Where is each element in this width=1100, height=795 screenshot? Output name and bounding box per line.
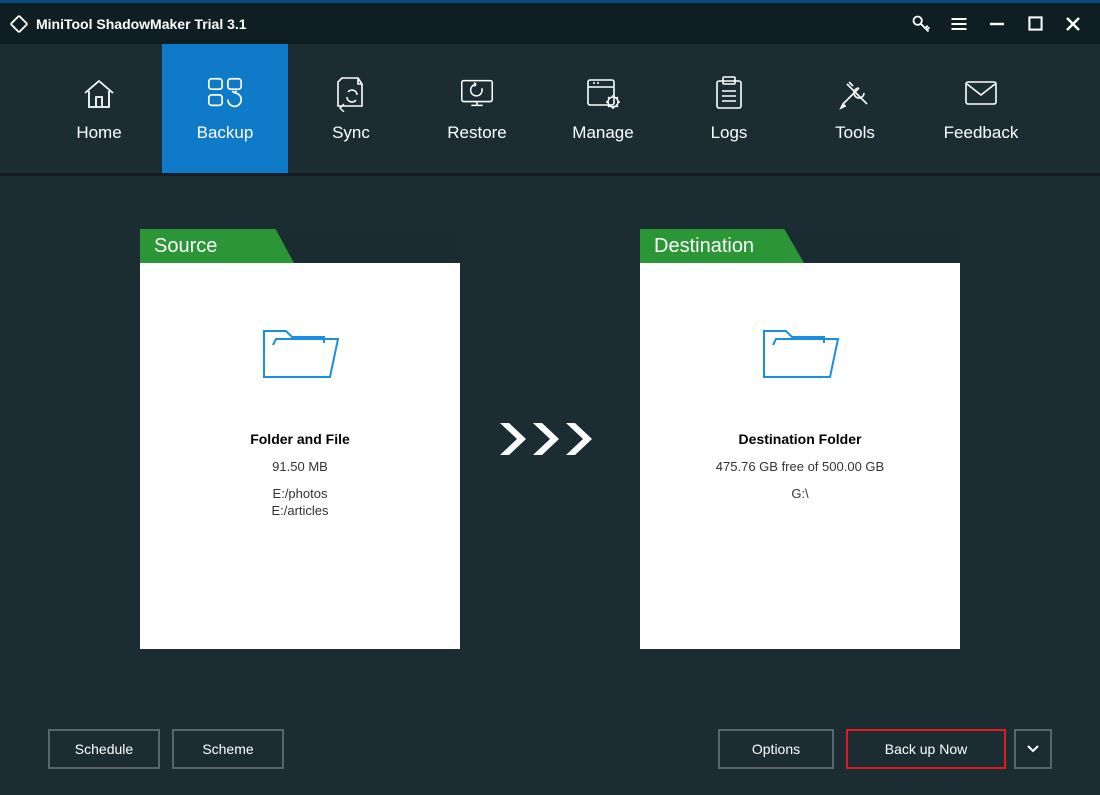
destination-free: 475.76 GB free of 500.00 GB — [716, 459, 884, 474]
source-header: Source — [140, 229, 294, 263]
backup-now-dropdown[interactable] — [1014, 729, 1052, 769]
source-size: 91.50 MB — [272, 459, 328, 474]
titlebar: MiniTool ShadowMaker Trial 3.1 — [0, 0, 1100, 44]
home-icon — [79, 75, 119, 111]
logs-icon — [709, 75, 749, 111]
scheme-button[interactable]: Scheme — [172, 729, 284, 769]
main-area: Source Folder and File 91.50 MB E:/photo… — [0, 176, 1100, 791]
key-icon[interactable] — [902, 9, 940, 39]
schedule-button[interactable]: Schedule — [48, 729, 160, 769]
close-button[interactable] — [1054, 9, 1092, 39]
sync-icon — [331, 75, 371, 111]
main-nav: Home Backup Sync — [0, 44, 1100, 176]
tab-label: Home — [76, 123, 121, 143]
tab-logs[interactable]: Logs — [666, 44, 792, 173]
tab-label: Backup — [197, 123, 254, 143]
tab-label: Restore — [447, 123, 507, 143]
backup-icon — [205, 75, 245, 111]
source-path-0: E:/photos — [273, 486, 328, 501]
source-path-1: E:/articles — [271, 503, 328, 518]
arrow-icon — [460, 419, 640, 459]
menu-icon[interactable] — [940, 9, 978, 39]
tab-label: Tools — [835, 123, 875, 143]
tab-backup[interactable]: Backup — [162, 44, 288, 173]
tab-tools[interactable]: Tools — [792, 44, 918, 173]
destination-title: Destination Folder — [739, 431, 862, 447]
maximize-button[interactable] — [1016, 9, 1054, 39]
folder-icon — [758, 317, 842, 385]
footer-buttons: Schedule Scheme Options Back up Now — [0, 729, 1100, 769]
app-logo-icon — [8, 13, 30, 35]
restore-icon — [457, 75, 497, 111]
destination-panel[interactable]: Destination Destination Folder 475.76 GB… — [640, 229, 960, 649]
tab-restore[interactable]: Restore — [414, 44, 540, 173]
tab-sync[interactable]: Sync — [288, 44, 414, 173]
source-panel[interactable]: Source Folder and File 91.50 MB E:/photo… — [140, 229, 460, 649]
destination-header: Destination — [640, 229, 804, 263]
destination-path: G:\ — [791, 486, 808, 501]
tab-label: Manage — [572, 123, 633, 143]
tab-feedback[interactable]: Feedback — [918, 44, 1044, 173]
tab-manage[interactable]: Manage — [540, 44, 666, 173]
folder-icon — [258, 317, 342, 385]
source-title: Folder and File — [250, 431, 350, 447]
tools-icon — [835, 75, 875, 111]
options-button[interactable]: Options — [718, 729, 834, 769]
feedback-icon — [961, 75, 1001, 111]
manage-icon — [583, 75, 623, 111]
minimize-button[interactable] — [978, 9, 1016, 39]
tab-label: Logs — [711, 123, 748, 143]
tab-label: Sync — [332, 123, 370, 143]
backup-now-button[interactable]: Back up Now — [846, 729, 1006, 769]
tab-home[interactable]: Home — [36, 44, 162, 173]
window-title: MiniTool ShadowMaker Trial 3.1 — [36, 16, 247, 32]
tab-label: Feedback — [944, 123, 1019, 143]
